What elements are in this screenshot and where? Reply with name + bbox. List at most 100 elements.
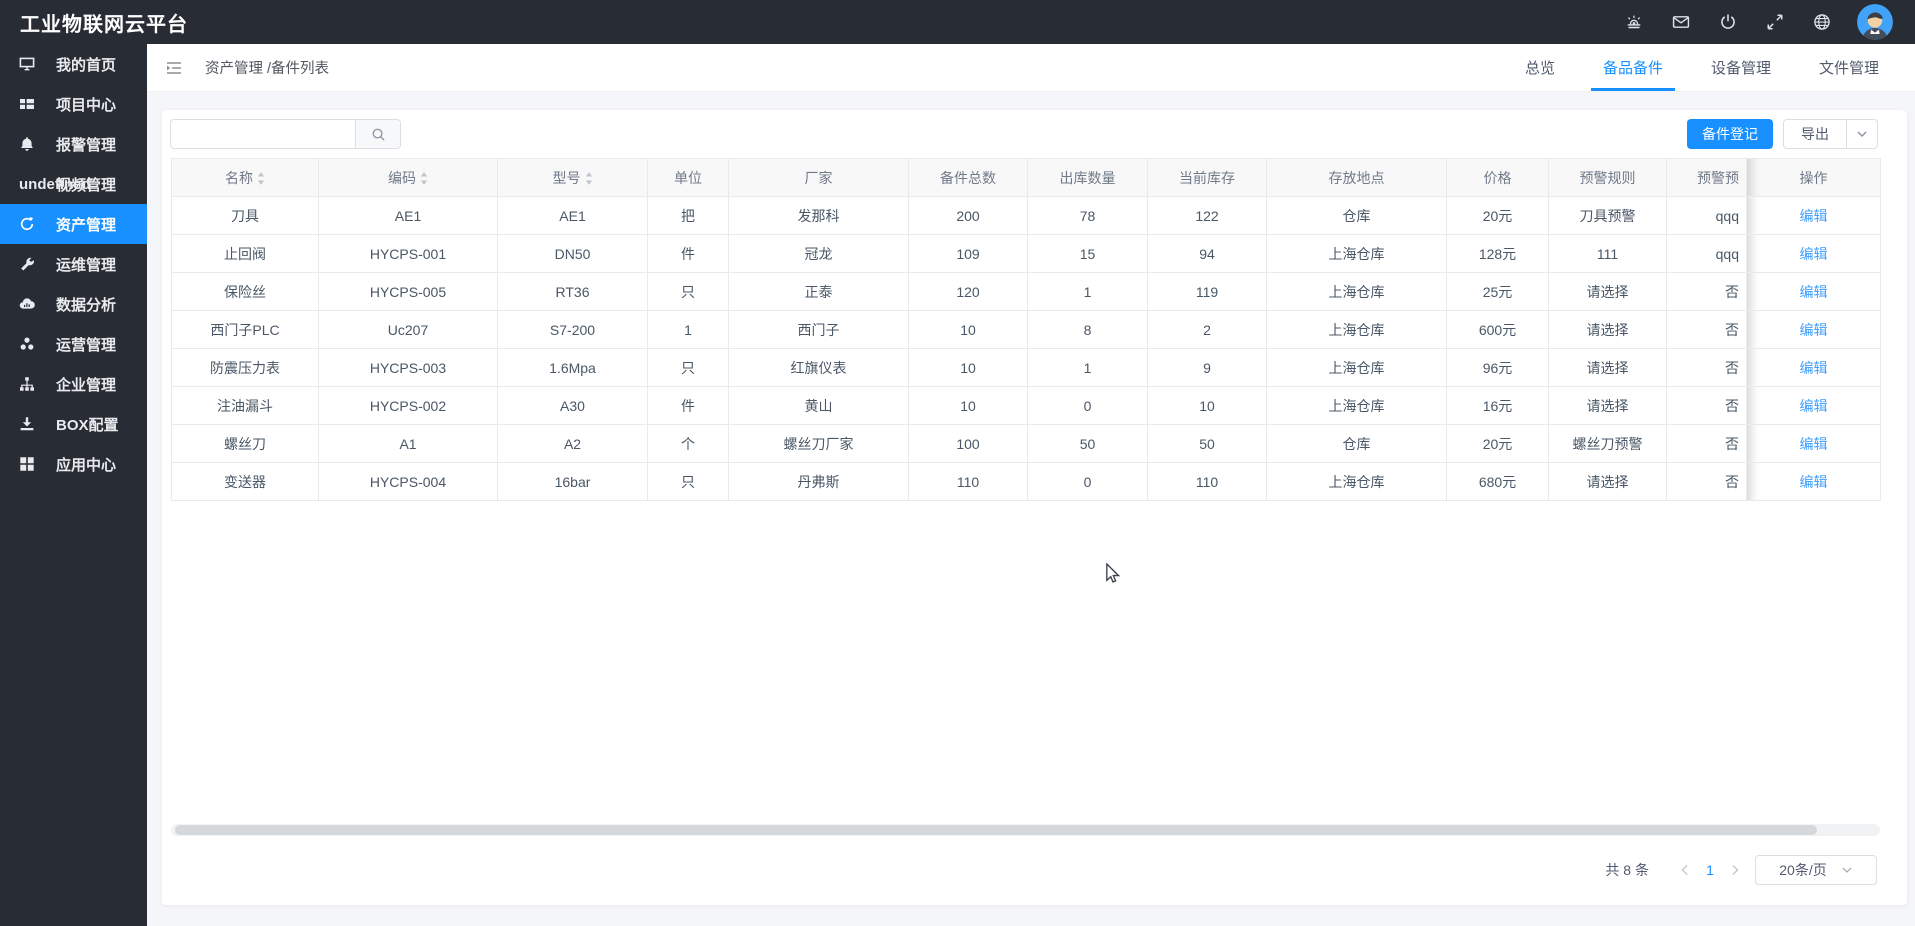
header-icon-group [1596, 13, 1831, 31]
spare-parts-table: 名称编码型号单位厂家备件总数出库数量当前库存存放地点价格预警规则预警预操作 刀具… [171, 158, 1880, 501]
table-cell: 仓库 [1267, 425, 1447, 463]
pagination: 共 8 条 1 20条/页 [162, 844, 1907, 905]
search-icon [371, 127, 386, 142]
table-cell: AE1 [498, 197, 648, 235]
column-label: 名称 [225, 170, 253, 186]
edit-link[interactable]: 编辑 [1800, 246, 1828, 262]
column-header-5: 备件总数 [909, 159, 1028, 197]
table-cell: 黄山 [729, 387, 909, 425]
table-cell: 16元 [1447, 387, 1549, 425]
sidebar-item-5[interactable]: 运维管理 [0, 244, 147, 284]
edit-link[interactable]: 编辑 [1800, 474, 1828, 490]
table-cell: 680元 [1447, 463, 1549, 501]
table-cell: 15 [1028, 235, 1148, 273]
table-cell: 否 [1667, 311, 1747, 349]
sidebar-item-4[interactable]: 资产管理 [0, 204, 147, 244]
table-cell: 请选择 [1549, 311, 1667, 349]
sort-caret-icon[interactable] [581, 170, 593, 186]
sidebar-item-6[interactable]: 数据分析 [0, 284, 147, 324]
toolbar: 备件登记 导出 [162, 110, 1907, 149]
table-cell: 上海仓库 [1267, 463, 1447, 501]
table-cell: A1 [319, 425, 498, 463]
sidebar-item-2[interactable]: 报警管理 [0, 124, 147, 164]
sitemap-icon [19, 376, 35, 392]
table-cell: 8 [1028, 311, 1148, 349]
edit-link[interactable]: 编辑 [1800, 360, 1828, 376]
column-label: 出库数量 [1060, 170, 1116, 186]
table-cell: S7-200 [498, 311, 648, 349]
table-cell: 上海仓库 [1267, 235, 1447, 273]
table-cell: 保险丝 [172, 273, 319, 311]
table-cell: 只 [648, 349, 729, 387]
sidebar-item-8[interactable]: 企业管理 [0, 364, 147, 404]
edit-link[interactable]: 编辑 [1800, 436, 1828, 452]
table-cell: 螺丝刀厂家 [729, 425, 909, 463]
grid-list-icon [19, 96, 35, 112]
user-avatar[interactable] [1857, 4, 1893, 40]
table-cell: Uc207 [319, 311, 498, 349]
table-cell: DN50 [498, 235, 648, 273]
edit-link[interactable]: 编辑 [1800, 398, 1828, 414]
table-row: 变送器HYCPS-00416bar只丹弗斯1100110上海仓库680元请选择否… [172, 463, 1881, 501]
column-label: 预警规则 [1580, 170, 1636, 186]
sort-caret-icon[interactable] [416, 170, 428, 186]
sidebar-item-3[interactable]: undefined视频管理 [0, 164, 147, 204]
tab-0[interactable]: 总览 [1501, 44, 1579, 91]
table-cell: 50 [1028, 425, 1148, 463]
column-header-2[interactable]: 型号 [498, 159, 648, 197]
table-row: 止回阀HYCPS-001DN50件冠龙1091594上海仓库128元111qqq… [172, 235, 1881, 273]
tab-3[interactable]: 文件管理 [1795, 44, 1903, 91]
page-number[interactable]: 1 [1697, 862, 1723, 878]
sidebar-item-1[interactable]: 项目中心 [0, 84, 147, 124]
register-part-button[interactable]: 备件登记 [1687, 119, 1773, 149]
topbar: 资产管理 /备件列表 总览备品备件设备管理文件管理 [147, 44, 1915, 92]
action-cell: 编辑 [1747, 273, 1881, 311]
search-group [170, 119, 401, 149]
search-button[interactable] [356, 119, 401, 149]
sidebar-item-label: 数据分析 [56, 294, 116, 315]
edit-link[interactable]: 编辑 [1800, 284, 1828, 300]
globe-icon[interactable] [1813, 13, 1831, 31]
sidebar-item-10[interactable]: 应用中心 [0, 444, 147, 484]
sidebar-item-0[interactable]: 我的首页 [0, 44, 147, 84]
column-header-0[interactable]: 名称 [172, 159, 319, 197]
recycle-icon [19, 216, 35, 232]
column-header-1[interactable]: 编码 [319, 159, 498, 197]
table-cell: 请选择 [1549, 463, 1667, 501]
edit-link[interactable]: 编辑 [1800, 322, 1828, 338]
column-header-7: 当前库存 [1148, 159, 1267, 197]
prev-page-icon[interactable] [1673, 864, 1697, 876]
sidebar-item-label: 运维管理 [56, 254, 116, 275]
chevron-down-icon[interactable] [1846, 120, 1877, 148]
tab-2[interactable]: 设备管理 [1687, 44, 1795, 91]
search-input[interactable] [170, 119, 356, 149]
export-button[interactable]: 导出 [1783, 119, 1878, 149]
tab-1[interactable]: 备品备件 [1579, 44, 1687, 91]
collapse-menu-icon[interactable] [165, 59, 183, 77]
sidebar-item-label: BOX配置 [56, 414, 119, 435]
page-size-value: 20条/页 [1779, 860, 1826, 880]
table-cell: 110 [1148, 463, 1267, 501]
power-icon[interactable] [1719, 13, 1737, 31]
table-cell: 把 [648, 197, 729, 235]
table-row: 西门子PLCUc207S7-2001西门子1082上海仓库600元请选择否编辑 [172, 311, 1881, 349]
sort-caret-icon[interactable] [253, 170, 265, 186]
table-cell: 10 [909, 349, 1028, 387]
column-label: 型号 [553, 170, 581, 186]
page-size-select[interactable]: 20条/页 [1755, 855, 1877, 885]
alarm-icon[interactable] [1625, 13, 1643, 31]
mail-icon[interactable] [1672, 13, 1690, 31]
fullscreen-icon[interactable] [1766, 13, 1784, 31]
sidebar-item-9[interactable]: BOX配置 [0, 404, 147, 444]
sidebar-item-7[interactable]: 运营管理 [0, 324, 147, 364]
table-cell: 螺丝刀预警 [1549, 425, 1667, 463]
edit-link[interactable]: 编辑 [1800, 208, 1828, 224]
column-label: 单位 [674, 170, 702, 186]
sidebar-item-label: 运营管理 [56, 334, 116, 355]
breadcrumb: 资产管理 /备件列表 [205, 57, 329, 78]
table-cell: 变送器 [172, 463, 319, 501]
content-card: 备件登记 导出 名称编码型号单位厂家备件总数出库数量当前库存存放地点价格预警规则… [162, 110, 1907, 905]
horizontal-scrollbar-thumb[interactable] [175, 825, 1817, 835]
table-row: 螺丝刀A1A2个螺丝刀厂家1005050仓库20元螺丝刀预警否编辑 [172, 425, 1881, 463]
next-page-icon[interactable] [1723, 864, 1747, 876]
